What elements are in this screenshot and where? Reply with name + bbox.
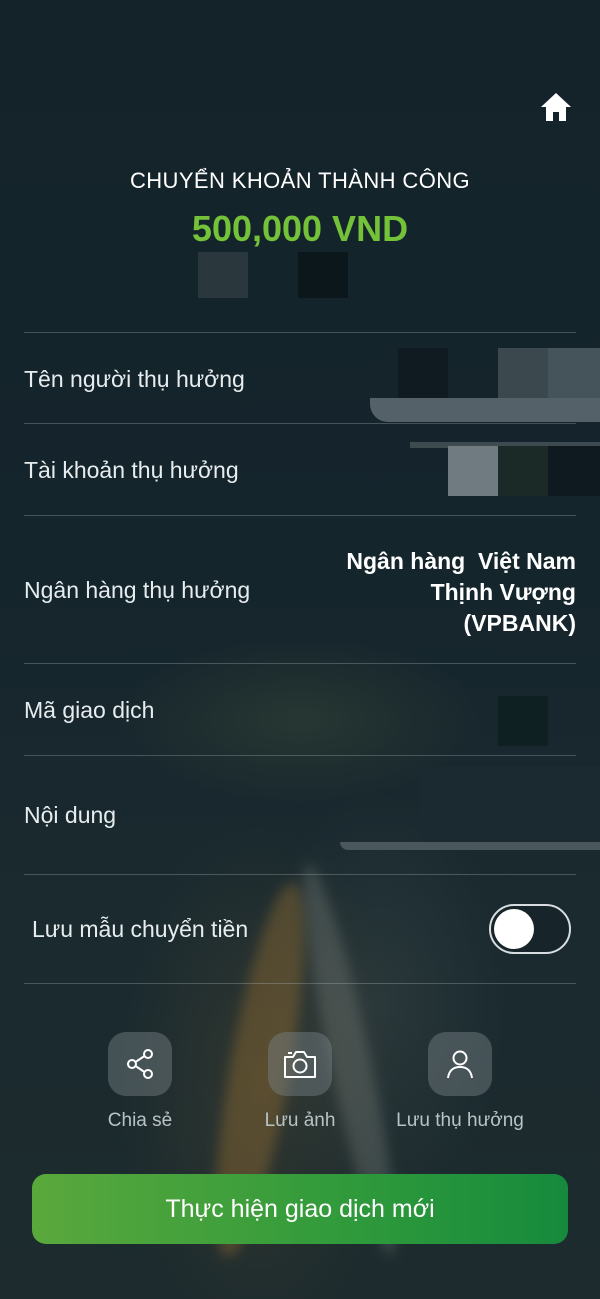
beneficiary-bank-label: Ngân hàng thụ hưởng: [24, 577, 251, 603]
content-label: Nội dung: [24, 802, 117, 828]
user-icon: [447, 1050, 473, 1079]
transfer-amount: 500,000 VND: [191, 208, 409, 249]
divider: [24, 663, 576, 664]
redacted-block: [498, 696, 548, 746]
divider: [24, 423, 576, 424]
home-button[interactable]: [536, 88, 576, 126]
share-icon: [127, 1049, 153, 1079]
save-beneficiary-button[interactable]: Lưu thụ hưởng: [380, 1032, 540, 1132]
save-template-label: Lưu mẫu chuyển tiền: [32, 916, 249, 942]
share-button[interactable]: Chia sẻ: [60, 1032, 220, 1132]
beneficiary-bank-value: Ngân hàng Việt Nam Thịnh Vượng (VPBANK): [346, 546, 576, 639]
save-beneficiary-label: Lưu thụ hưởng: [396, 1110, 524, 1131]
bank-name-line: Ngân hàng Việt Nam: [346, 548, 576, 574]
save-image-button[interactable]: Lưu ảnh: [220, 1032, 380, 1132]
divider: [24, 983, 576, 984]
toggle-knob: [494, 909, 534, 949]
divider: [24, 515, 576, 516]
new-transaction-button[interactable]: Thực hiện giao dịch mới: [32, 1174, 568, 1244]
bank-name-line: Thịnh Vượng: [430, 579, 576, 605]
save-image-label: Lưu ảnh: [264, 1110, 336, 1131]
redacted-block: [498, 446, 548, 496]
divider: [24, 332, 576, 333]
camera-icon: [284, 1051, 316, 1078]
redacted-block: [420, 766, 600, 844]
home-icon: [541, 93, 571, 121]
redacted-block: [340, 842, 600, 850]
save-image-button-circle: [268, 1032, 332, 1096]
transaction-code-label: Mã giao dịch: [24, 697, 155, 723]
save-beneficiary-button-circle: [428, 1032, 492, 1096]
divider: [24, 755, 576, 756]
redacted-block: [298, 252, 348, 298]
redacted-block: [370, 398, 600, 422]
redacted-block: [548, 446, 600, 496]
bank-name-line: (VPBANK): [463, 610, 576, 636]
share-button-circle: [108, 1032, 172, 1096]
share-label: Chia sẻ: [107, 1110, 173, 1131]
save-template-toggle[interactable]: [489, 904, 571, 954]
page-title: CHUYỂN KHOẢN THÀNH CÔNG: [129, 168, 471, 193]
redacted-block: [498, 348, 548, 398]
transfer-success-screen: CHUYỂN KHOẢN THÀNH CÔNG 500,000 VND Tên …: [0, 0, 600, 1299]
redacted-block: [448, 446, 498, 496]
divider: [24, 874, 576, 875]
redacted-block: [198, 252, 248, 298]
redacted-block: [548, 348, 600, 398]
beneficiary-account-label: Tài khoản thụ hưởng: [24, 457, 239, 483]
beneficiary-name-label: Tên người thụ hưởng: [24, 366, 245, 392]
redacted-block: [398, 348, 448, 398]
